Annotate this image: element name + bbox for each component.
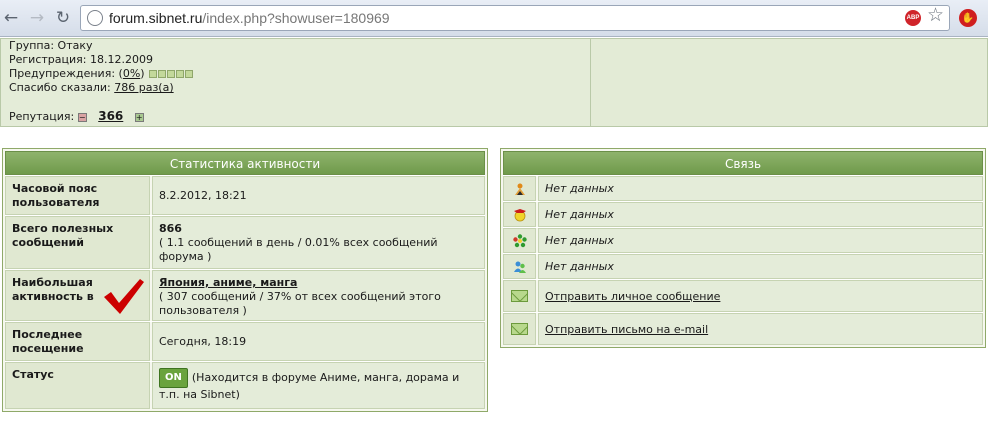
registration-line: Регистрация: 18.12.2009 xyxy=(9,53,153,66)
warn-level-box xyxy=(158,70,167,78)
contact-title: Связь xyxy=(503,151,983,175)
warnings-close-paren: ) xyxy=(140,67,145,80)
reputation-value[interactable]: 366 xyxy=(98,109,123,123)
extension-hand-icon[interactable]: ✋ xyxy=(959,9,977,27)
profile-panel: Группа: Отаку Регистрация: 18.12.2009 Пр… xyxy=(0,38,988,127)
back-arrow-icon[interactable]: ← xyxy=(0,7,22,29)
group-label: Группа: xyxy=(9,39,55,52)
warn-level-box xyxy=(176,70,185,78)
status-text: (Находится в форуме Аниме, манга, дорама… xyxy=(159,371,460,401)
pm-cell: Отправить личное сообщение xyxy=(538,280,983,312)
warnings-label: Предупреждения: xyxy=(9,67,116,80)
icq-value: Нет данных xyxy=(538,228,983,253)
reputation-plus-icon[interactable]: + xyxy=(134,112,144,122)
url-host: forum.sibnet.ru xyxy=(109,10,203,26)
forum-page: Группа: Отаку Регистрация: 18.12.2009 Пр… xyxy=(0,38,988,424)
table-row: Отправить письмо на e-mail xyxy=(503,312,983,345)
reputation-minus-icon[interactable]: − xyxy=(77,112,87,122)
activity-stats-title: Статистика активности xyxy=(5,151,485,175)
msn-value: Нет данных xyxy=(538,254,983,279)
icq-icon xyxy=(503,228,536,253)
table-row: Последнее посещение Сегодня, 18:19 xyxy=(5,321,485,361)
browser-toolbar: ← → ↻ forum.sibnet.ru/index.php?showuser… xyxy=(0,0,988,37)
yahoo-icon xyxy=(503,202,536,227)
reputation-label: Репутация: xyxy=(9,110,75,123)
thanks-line: Спасибо сказали: 786 раз(а) xyxy=(9,81,174,94)
activity-stats-table: Статистика активности Часовой пояс польз… xyxy=(2,148,488,412)
table-row: Нет данных xyxy=(503,253,983,279)
row-label: Наибольшая активность в xyxy=(12,276,94,303)
email-cell: Отправить письмо на e-mail xyxy=(538,313,983,345)
table-row: Нет данных xyxy=(503,175,983,201)
bookmark-star-icon[interactable]: ☆ xyxy=(927,6,944,25)
table-row: Отправить личное сообщение xyxy=(503,279,983,312)
warnings-line: Предупреждения: (0%) xyxy=(9,67,194,80)
warn-level-box xyxy=(167,70,176,78)
group-value: Отаку xyxy=(57,39,93,52)
row-label-cell: Наибольшая активность в xyxy=(5,270,150,321)
envelope-icon xyxy=(503,313,536,345)
forward-arrow-icon[interactable]: → xyxy=(26,7,48,29)
reload-icon[interactable]: ↻ xyxy=(52,7,74,29)
posts-detail: ( 1.1 сообщений в день / 0.01% всех сооб… xyxy=(159,236,438,263)
checkmark-icon xyxy=(104,279,144,314)
url-path: /index.php?showuser=180969 xyxy=(202,10,390,26)
group-line: Группа: Отаку xyxy=(9,39,93,52)
row-value-cell: Япония, аниме, манга ( 307 сообщений / 3… xyxy=(152,270,485,321)
send-pm-link[interactable]: Отправить личное сообщение xyxy=(545,290,720,303)
row-label: Часовой пояс пользователя xyxy=(5,176,150,215)
registration-label: Регистрация: xyxy=(9,53,87,66)
row-value-cell: 866 ( 1.1 сообщений в день / 0.01% всех … xyxy=(152,216,485,269)
top-forum-link[interactable]: Япония, аниме, манга xyxy=(159,276,297,289)
row-label: Всего полезных сообщений xyxy=(5,216,150,269)
registration-value: 18.12.2009 xyxy=(89,53,153,66)
row-label: Статус xyxy=(5,362,150,409)
row-value-cell: ON (Находится в форуме Аниме, манга, дора… xyxy=(152,362,485,409)
thanks-label: Спасибо сказали: xyxy=(9,81,111,94)
table-row: Нет данных xyxy=(503,227,983,253)
address-bar[interactable]: forum.sibnet.ru/index.php?showuser=18096… xyxy=(80,5,950,31)
envelope-icon xyxy=(503,280,536,312)
msn-icon xyxy=(503,254,536,279)
adblock-icon[interactable]: ABP xyxy=(905,10,921,26)
yahoo-value: Нет данных xyxy=(538,202,983,227)
warn-level-box xyxy=(185,70,194,78)
posts-count: 866 xyxy=(159,222,182,235)
table-row: Статус ON (Находится в форуме Аниме, манг… xyxy=(5,361,485,409)
warn-level-box xyxy=(149,70,158,78)
top-forum-detail: ( 307 сообщений / 37% от всех сообщений … xyxy=(159,290,441,317)
page-icon xyxy=(87,10,103,26)
contact-table: Связь Нет данных Нет данных Нет данных Н… xyxy=(500,148,986,348)
table-row: Часовой пояс пользователя 8.2.2012, 18:2… xyxy=(5,175,485,215)
aim-value: Нет данных xyxy=(538,176,983,201)
table-row: Нет данных xyxy=(503,201,983,227)
table-row: Всего полезных сообщений 866 ( 1.1 сообщ… xyxy=(5,215,485,269)
row-label: Последнее посещение xyxy=(5,322,150,361)
aim-icon xyxy=(503,176,536,201)
send-email-link[interactable]: Отправить письмо на e-mail xyxy=(545,323,708,336)
row-value: 8.2.2012, 18:21 xyxy=(152,176,485,215)
profile-info: Группа: Отаку Регистрация: 18.12.2009 Пр… xyxy=(1,39,591,126)
url-text[interactable]: forum.sibnet.ru/index.php?showuser=18096… xyxy=(109,10,390,26)
reputation-line: Репутация: − 366 + xyxy=(9,109,144,123)
profile-right-panel xyxy=(591,39,987,126)
online-status-badge: ON xyxy=(159,368,188,388)
row-value: Сегодня, 18:19 xyxy=(152,322,485,361)
thanks-link[interactable]: 786 раз(а) xyxy=(114,81,173,94)
table-row: Наибольшая активность в Япония, аниме, м… xyxy=(5,269,485,321)
warnings-link[interactable]: 0% xyxy=(123,67,140,80)
